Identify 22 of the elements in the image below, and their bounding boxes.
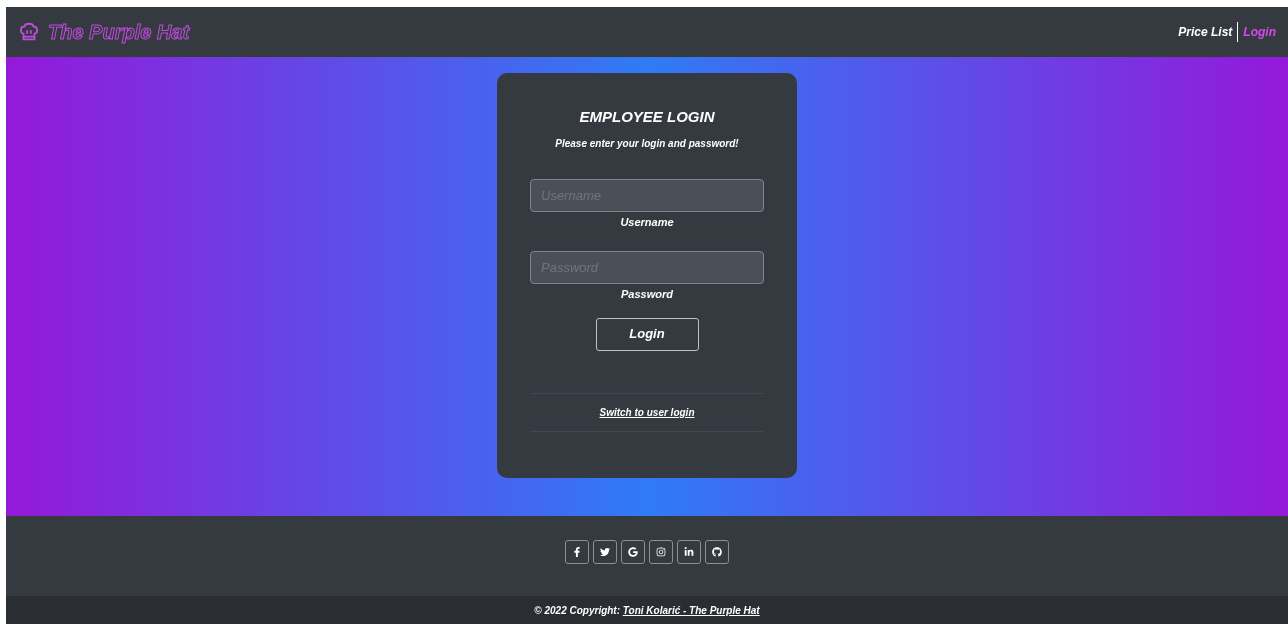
social-button[interactable]	[677, 540, 701, 564]
copyright-text: © 2022 Copyright: Toni Kolarić - The Purple Hat	[534, 603, 760, 618]
chef-hat-icon	[18, 21, 40, 43]
social-button[interactable]	[593, 540, 617, 564]
nav-link[interactable]: Price List	[1178, 23, 1233, 41]
social-button[interactable]	[621, 540, 645, 564]
social-button[interactable]	[705, 540, 729, 564]
camera-icon	[656, 547, 666, 557]
social-button[interactable]	[649, 540, 673, 564]
login-subtitle: Please enter your login and password!	[555, 136, 739, 151]
github-icon	[712, 547, 722, 557]
google-icon	[628, 547, 638, 557]
author-link[interactable]: Toni Kolarić - The Purple Hat	[622, 604, 760, 616]
linkedin-icon	[684, 547, 694, 557]
switch-login-link[interactable]: Switch to user login	[599, 404, 695, 420]
bird-icon	[600, 547, 610, 557]
field-label: Password	[621, 287, 673, 302]
login-button[interactable]: Login	[595, 317, 699, 351]
facebook-icon	[572, 547, 582, 557]
field-label: Username	[620, 214, 674, 230]
login-title: EMPLOYEE LOGIN	[579, 107, 715, 127]
social-button[interactable]	[565, 540, 589, 564]
